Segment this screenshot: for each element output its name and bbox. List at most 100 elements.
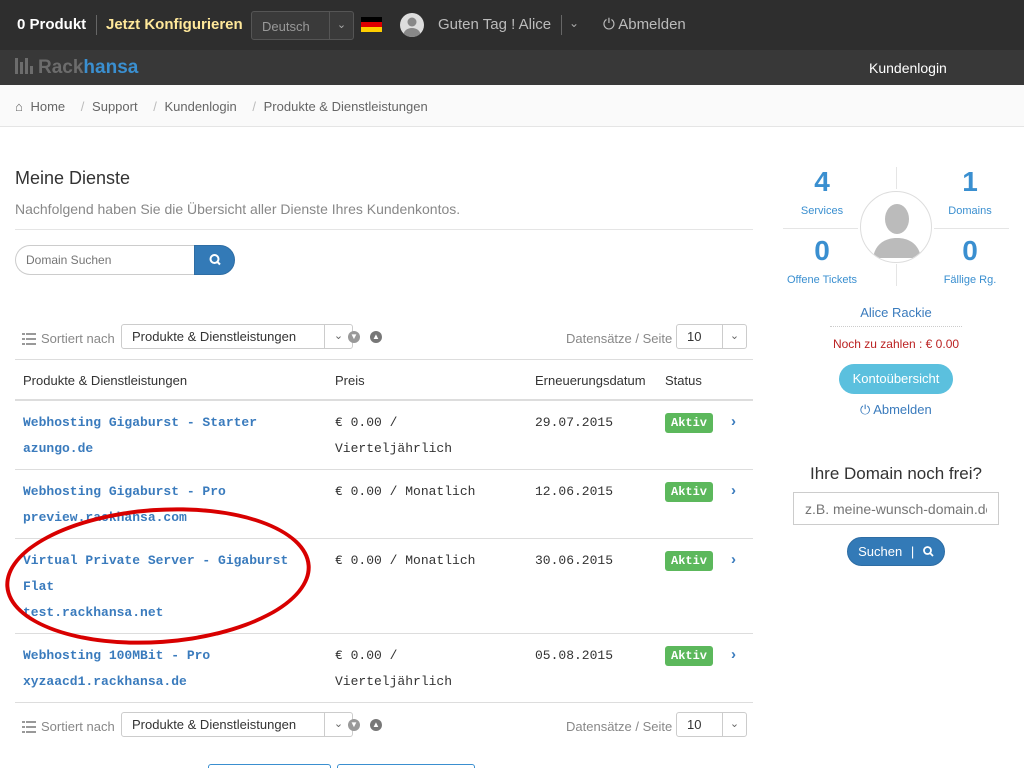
stat-invoices-count[interactable]: 0	[925, 235, 1015, 267]
sidebar-logout-link[interactable]: ⏻ Abmelden	[860, 402, 932, 418]
stat-services-label[interactable]: Services	[777, 205, 867, 217]
service-price: € 0.00 / Vierteljährlich	[335, 415, 453, 456]
domain-search-input[interactable]	[15, 245, 195, 275]
user-greeting[interactable]: Guten Tag ! Alice	[438, 16, 551, 33]
chevron-down-icon: ⌄	[722, 325, 746, 348]
divider	[896, 264, 897, 286]
per-page-value: 10	[687, 717, 702, 732]
per-page-label: Datensätze / Seite	[566, 719, 673, 734]
breadcrumb-kundenlogin[interactable]: Kundenlogin	[164, 99, 236, 114]
sort-select[interactable]: Produkte & Dienstleistungen ⌄	[121, 712, 353, 737]
profile-name[interactable]: Alice Rackie	[830, 305, 962, 320]
list-icon	[22, 333, 36, 345]
home-icon: ⌂	[15, 99, 23, 114]
account-overview-button[interactable]: Kontoübersicht	[839, 364, 953, 394]
nav-kundenlogin[interactable]: Kundenlogin	[869, 60, 947, 76]
top-bar: 0 Produkt Jetzt Konfigurieren Deutsch ⌄ …	[0, 0, 1024, 50]
list-icon	[22, 721, 36, 733]
breadcrumb-support[interactable]: Support	[92, 99, 138, 114]
service-renewal-date: 29.07.2015	[535, 415, 614, 430]
stat-tickets-label[interactable]: Offene Tickets	[777, 274, 867, 286]
divider	[830, 326, 962, 327]
divider	[934, 228, 1009, 229]
service-renewal-date: 30.06.2015	[535, 553, 614, 568]
rackhansa-logo[interactable]: Rackhansa	[15, 57, 138, 79]
topbar-divider	[561, 15, 562, 35]
divider	[783, 228, 858, 229]
service-name-cell: Webhosting 100MBit - Pro xyzaacd1.rackha…	[23, 643, 313, 695]
divider	[15, 229, 753, 230]
user-avatar	[400, 13, 424, 37]
column-header-status[interactable]: Status	[665, 373, 702, 388]
table-row[interactable]: Webhosting Gigaburst - Starter azungo.de…	[15, 401, 753, 470]
stat-invoices-label[interactable]: Fällige Rg.	[925, 274, 1015, 286]
domain-check-input[interactable]	[793, 492, 999, 525]
chevron-down-icon: ⌄	[329, 12, 353, 39]
sort-descending-icon[interactable]: ▼	[348, 331, 360, 343]
breadcrumb-home[interactable]: Home	[30, 99, 65, 114]
sort-select-value: Produkte & Dienstleistungen	[132, 717, 297, 732]
sort-select[interactable]: Produkte & Dienstleistungen ⌄	[121, 324, 353, 349]
topbar-divider	[96, 15, 97, 35]
service-price: € 0.00 / Monatlich	[335, 484, 476, 499]
language-select[interactable]: Deutsch ⌄	[251, 11, 354, 40]
breadcrumb-current: Produkte & Dienstleistungen	[263, 99, 428, 114]
logout-link[interactable]: ⏻ Abmelden	[603, 16, 686, 33]
sort-label: Sortiert nach	[41, 331, 115, 346]
chevron-right-icon[interactable]: ›	[731, 646, 741, 663]
breadcrumb-divider: /	[153, 99, 157, 114]
chevron-down-icon[interactable]: ⌄	[569, 16, 579, 30]
cart-products-link[interactable]: 0 Produkt	[17, 16, 86, 33]
button-separator: |	[910, 544, 915, 559]
service-name-link[interactable]: Webhosting Gigaburst - Starter	[23, 410, 313, 436]
configure-link[interactable]: Jetzt Konfigurieren	[106, 16, 243, 33]
domain-check-heading: Ihre Domain noch frei?	[810, 464, 982, 483]
per-page-select[interactable]: 10 ⌄	[676, 712, 747, 737]
service-domain: xyzaacd1.rackhansa.de	[23, 674, 187, 689]
column-header-product[interactable]: Produkte & Dienstleistungen	[23, 373, 187, 388]
pagination-button[interactable]	[208, 764, 331, 768]
sort-label: Sortiert nach	[41, 719, 115, 734]
domain-check-button-label: Suchen	[858, 544, 903, 559]
stat-tickets-count[interactable]: 0	[777, 235, 867, 267]
domain-check-button[interactable]: Suchen |	[847, 537, 945, 566]
service-price: € 0.00 / Monatlich	[335, 553, 476, 568]
service-domain: azungo.de	[23, 441, 94, 456]
search-icon	[922, 546, 934, 557]
chevron-right-icon[interactable]: ›	[731, 482, 741, 499]
domain-search-button[interactable]	[194, 245, 235, 275]
breadcrumb: ⌂ Home / Support / Kundenlogin / Produkt…	[0, 85, 1024, 127]
service-price: € 0.00 / Vierteljährlich	[335, 648, 453, 689]
per-page-label: Datensätze / Seite	[566, 331, 673, 346]
chevron-right-icon[interactable]: ›	[731, 413, 741, 430]
logo-bars-icon	[15, 58, 33, 74]
service-name-link[interactable]: Webhosting Gigaburst - Pro	[23, 479, 313, 505]
chevron-down-icon: ⌄	[722, 713, 746, 736]
column-header-renewal[interactable]: Erneuerungsdatum	[535, 373, 646, 388]
per-page-value: 10	[687, 329, 702, 344]
search-icon	[209, 254, 221, 266]
stat-domains-label[interactable]: Domains	[925, 205, 1015, 217]
amount-due: Noch zu zahlen : € 0.00	[832, 337, 960, 351]
service-name-cell: Webhosting Gigaburst - Starter azungo.de	[23, 410, 313, 462]
logo-text-rack: Rack	[38, 57, 84, 78]
sort-descending-icon[interactable]: ▼	[348, 719, 360, 731]
pagination-button[interactable]	[337, 764, 475, 768]
stat-services-count[interactable]: 4	[777, 166, 867, 198]
service-name-link[interactable]: Webhosting 100MBit - Pro	[23, 643, 313, 669]
chevron-right-icon[interactable]: ›	[731, 551, 741, 568]
logout-label: Abmelden	[618, 16, 686, 33]
german-flag-icon[interactable]	[361, 17, 382, 32]
breadcrumb-divider: /	[80, 99, 85, 114]
column-header-price[interactable]: Preis	[335, 373, 365, 388]
sidebar-logout-label: Abmelden	[873, 402, 932, 417]
stat-domains-count[interactable]: 1	[925, 166, 1015, 198]
sort-ascending-icon[interactable]: ▲	[370, 719, 382, 731]
sort-ascending-icon[interactable]: ▲	[370, 331, 382, 343]
profile-avatar	[860, 191, 932, 263]
per-page-select[interactable]: 10 ⌄	[676, 324, 747, 349]
language-select-value: Deutsch	[262, 19, 310, 34]
power-icon: ⏻	[860, 402, 871, 417]
status-badge: Aktiv	[665, 551, 714, 571]
power-icon: ⏻	[603, 16, 615, 33]
